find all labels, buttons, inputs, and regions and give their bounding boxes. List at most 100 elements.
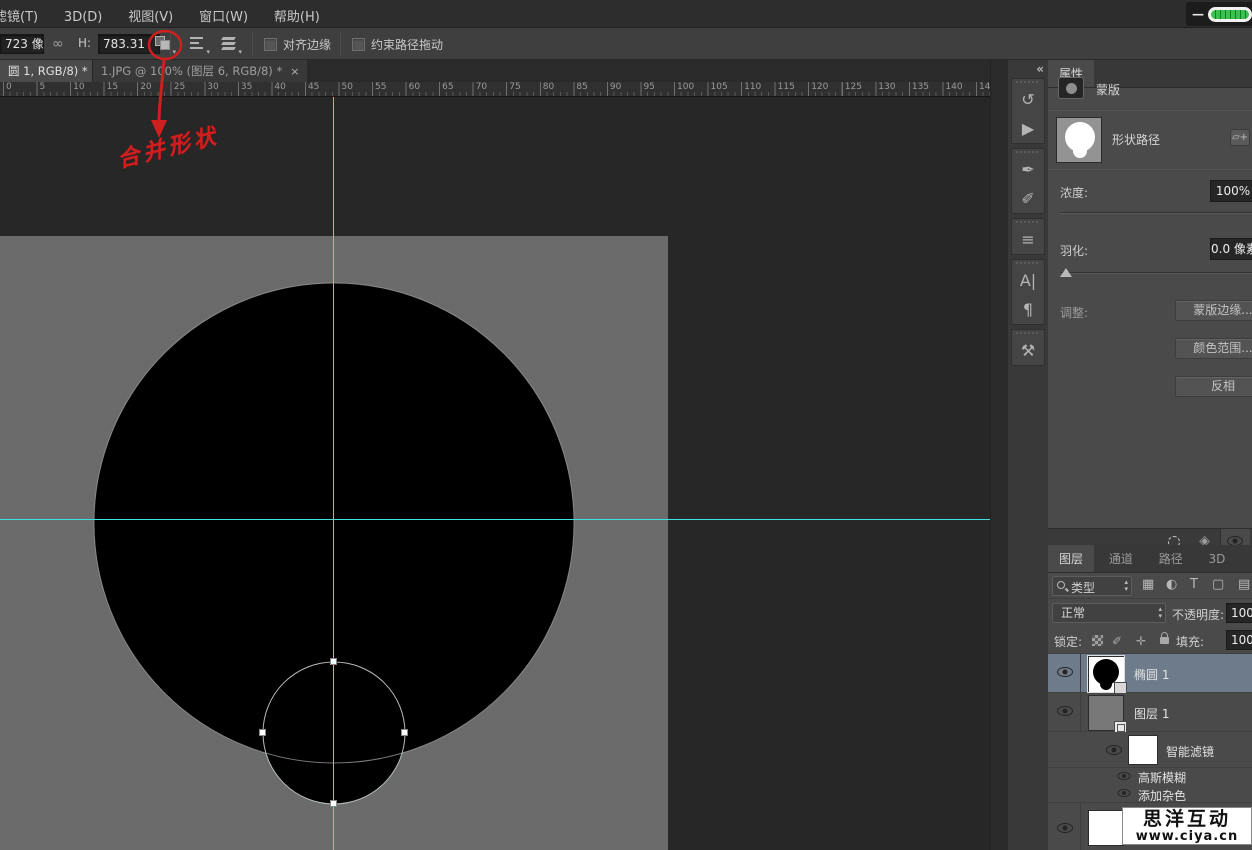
ruler-label: 135 bbox=[909, 82, 929, 92]
tab-channels[interactable]: 通道 bbox=[1098, 545, 1144, 572]
visibility-eye-icon[interactable] bbox=[1118, 772, 1131, 780]
filter-type-layers-icon[interactable]: T bbox=[1190, 577, 1198, 592]
link-dimensions-icon[interactable]: ∞ bbox=[52, 36, 64, 52]
feather-label: 羽化: bbox=[1060, 242, 1088, 259]
add-mask-icon[interactable]: ▱+ bbox=[1230, 129, 1250, 146]
anchor-point-top[interactable] bbox=[330, 658, 337, 665]
menu-window[interactable]: 窗口(W) bbox=[191, 0, 262, 31]
width-field[interactable]: 723 像素 bbox=[0, 34, 44, 54]
fill-value[interactable]: 100 bbox=[1226, 630, 1252, 650]
smart-filter-mask-thumbnail[interactable] bbox=[1128, 735, 1158, 765]
tab-layers[interactable]: 图层 bbox=[1048, 545, 1094, 572]
filter-name[interactable]: 高斯模糊 bbox=[1138, 769, 1186, 786]
shape-path-thumbnail[interactable] bbox=[1056, 117, 1102, 163]
vertical-guide[interactable] bbox=[333, 97, 334, 850]
blend-mode-select[interactable]: 正常 ▴▾ bbox=[1052, 603, 1166, 623]
collapse-dock-icon[interactable]: « bbox=[1036, 62, 1044, 76]
opacity-value[interactable]: 100 bbox=[1226, 603, 1252, 623]
snap-edges-checkbox[interactable] bbox=[264, 38, 277, 51]
horizontal-guide[interactable] bbox=[0, 519, 990, 520]
eye-column bbox=[1048, 803, 1081, 850]
density-block: 浓度: 100% bbox=[1048, 170, 1252, 228]
clone-source-panel-icon[interactable]: ≡ bbox=[1012, 225, 1044, 254]
anchor-point-left[interactable] bbox=[259, 729, 266, 736]
layer-row-layer1[interactable]: 图层 1 bbox=[1048, 693, 1252, 732]
filter-gaussian-blur-row[interactable]: 高斯模糊 bbox=[1048, 768, 1252, 785]
visibility-eye-icon[interactable] bbox=[1057, 823, 1073, 833]
layer-name[interactable]: 图层 1 bbox=[1134, 705, 1169, 722]
actions-panel-icon[interactable]: ▶ bbox=[1012, 114, 1044, 143]
layer-name[interactable]: 椭圆 1 bbox=[1134, 666, 1169, 683]
visibility-eye-icon[interactable] bbox=[1057, 667, 1073, 677]
filter-type-select[interactable]: 类型 ▴▾ bbox=[1052, 576, 1132, 596]
tool-presets-panel-icon[interactable]: ⚒ bbox=[1012, 336, 1044, 365]
layer-thumbnail-white[interactable] bbox=[1088, 810, 1124, 846]
menu-help[interactable]: 帮助(H) bbox=[266, 0, 334, 31]
ruler-label: 45 bbox=[305, 82, 319, 92]
watermark: 思洋互动 www.ciya.cn bbox=[1122, 807, 1252, 845]
caret-down-icon: ▾ bbox=[206, 48, 210, 56]
ruler-label: 90 bbox=[607, 82, 621, 92]
menu-filter[interactable]: 滤镜(T) bbox=[0, 0, 52, 31]
lock-pixels-icon[interactable]: ✐ bbox=[1112, 634, 1122, 648]
history-panel-icon[interactable]: ↺ bbox=[1012, 85, 1044, 114]
visibility-eye-icon[interactable] bbox=[1118, 789, 1131, 797]
tab-paths[interactable]: 路径 bbox=[1148, 545, 1194, 572]
feather-slider-thumb[interactable] bbox=[1060, 268, 1072, 277]
filter-shape-layers-icon[interactable]: ▢ bbox=[1212, 577, 1224, 592]
mask-edge-button[interactable]: 蒙版边缘... bbox=[1175, 300, 1252, 321]
layer-row-ellipse1[interactable]: 椭圆 1 bbox=[1048, 654, 1252, 693]
feather-value[interactable]: 0.0 像素 bbox=[1210, 238, 1252, 260]
path-operations-button[interactable]: ▾ bbox=[152, 34, 176, 54]
constrain-path-option: 约束路径拖动 bbox=[352, 36, 443, 53]
character-panel-icon[interactable]: A| bbox=[1012, 266, 1044, 295]
visibility-eye-icon[interactable] bbox=[1057, 706, 1073, 716]
tab-3d[interactable]: 3D bbox=[1198, 547, 1237, 571]
blend-mode-row: 正常 ▴▾ 不透明度: 100 bbox=[1048, 599, 1252, 627]
filter-smart-object-icon[interactable]: ▤ bbox=[1238, 577, 1250, 592]
brush-presets-panel-icon[interactable]: ✐ bbox=[1012, 184, 1044, 213]
lock-transparency-icon[interactable] bbox=[1092, 635, 1103, 646]
separator bbox=[252, 32, 253, 56]
menu-3d[interactable]: 3D(D) bbox=[56, 4, 116, 31]
density-slider[interactable] bbox=[1060, 212, 1252, 214]
lock-all-icon[interactable] bbox=[1160, 637, 1169, 644]
filter-add-noise-row[interactable]: 添加杂色 bbox=[1048, 785, 1252, 803]
anchor-point-bottom[interactable] bbox=[330, 800, 337, 807]
density-value[interactable]: 100% bbox=[1210, 180, 1252, 202]
menu-view[interactable]: 视图(V) bbox=[120, 0, 187, 31]
ruler-label: 0 bbox=[3, 82, 12, 92]
lock-position-icon[interactable]: ✛ bbox=[1136, 634, 1146, 648]
filter-pixel-layers-icon[interactable]: ▦ bbox=[1142, 577, 1154, 592]
height-field[interactable]: 783.31 bbox=[98, 34, 160, 54]
invert-button[interactable]: 反相 bbox=[1175, 376, 1252, 397]
close-icon[interactable]: × bbox=[290, 65, 299, 78]
battery-widget: — bbox=[1186, 2, 1252, 26]
battery-icon bbox=[1208, 7, 1252, 22]
document-tab-inactive[interactable]: 1.JPG @ 100% (图层 6, RGB/8) *× bbox=[92, 60, 307, 82]
layer-thumbnail-layer1[interactable] bbox=[1088, 695, 1124, 731]
blend-mode-value: 正常 bbox=[1061, 606, 1085, 620]
scrollbar-track[interactable] bbox=[990, 60, 1008, 850]
filter-adjustment-layers-icon[interactable]: ◐ bbox=[1166, 577, 1177, 592]
anchor-point-right[interactable] bbox=[401, 729, 408, 736]
small-ellipse-shape[interactable] bbox=[263, 662, 405, 804]
filter-name[interactable]: 添加杂色 bbox=[1138, 787, 1186, 804]
snap-edges-label: 对齐边缘 bbox=[283, 38, 331, 52]
constrain-path-checkbox[interactable] bbox=[352, 38, 365, 51]
canvas-area[interactable] bbox=[0, 97, 990, 850]
visibility-eye-icon[interactable] bbox=[1106, 745, 1122, 755]
path-arrangement-button[interactable]: ▾ bbox=[218, 34, 242, 54]
filter-type-label: 类型 bbox=[1071, 579, 1095, 596]
feather-slider[interactable] bbox=[1060, 272, 1252, 274]
ruler-label: 140 bbox=[942, 82, 962, 92]
smart-filters-row[interactable]: 智能滤镜 bbox=[1048, 732, 1252, 768]
layer-thumbnail-ellipse1[interactable] bbox=[1088, 656, 1124, 692]
minimize-icon[interactable]: — bbox=[1192, 7, 1204, 21]
path-alignment-button[interactable]: ▾ bbox=[186, 34, 210, 54]
color-range-button[interactable]: 颜色范围... bbox=[1175, 338, 1252, 359]
properties-panel: 蒙版 形状路径 ▱+ 浓度: 100% 羽化: bbox=[1048, 70, 1252, 545]
paragraph-panel-icon[interactable]: ¶ bbox=[1012, 295, 1044, 324]
search-icon bbox=[1057, 581, 1065, 589]
brush-panel-icon[interactable]: ✒ bbox=[1012, 155, 1044, 184]
